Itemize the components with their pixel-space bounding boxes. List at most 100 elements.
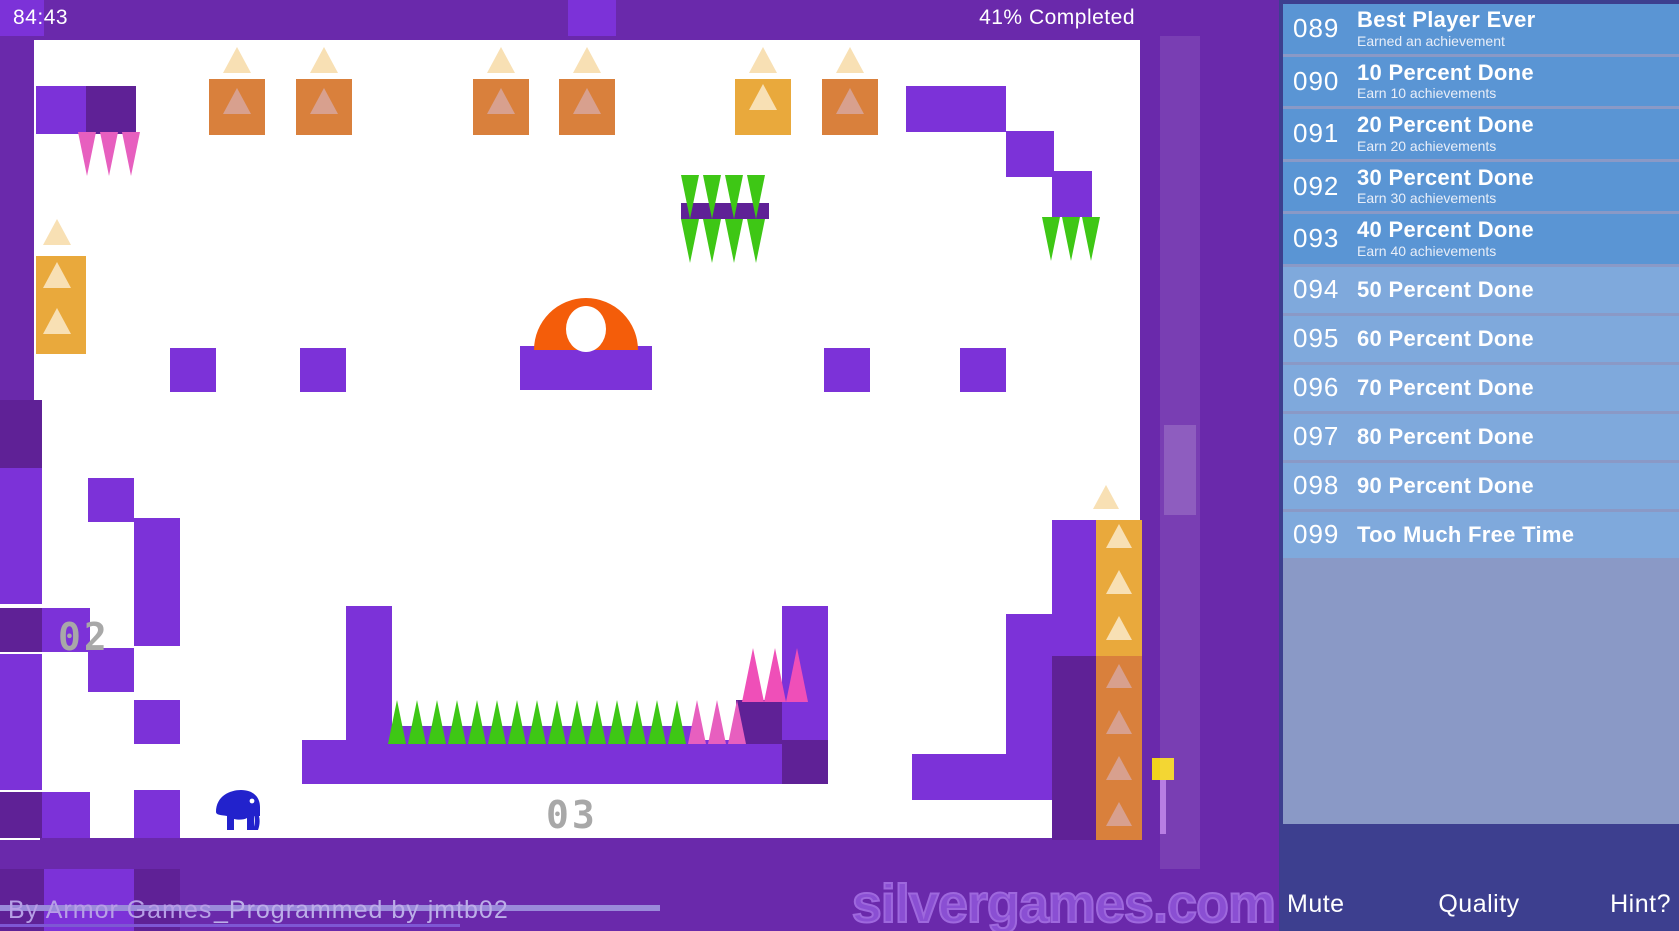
achievement-title: Too Much Free Time (1357, 521, 1575, 547)
hint-button[interactable]: Hint? (1543, 890, 1679, 931)
sand-triangle-icon (1106, 616, 1132, 640)
sand-triangle-icon (749, 84, 777, 110)
achievement-id: 094 (1293, 274, 1340, 305)
achievement-title: 70 Percent Done (1357, 374, 1534, 400)
achievement-id: 090 (1293, 65, 1340, 96)
achievement-row[interactable]: 092 30 Percent Done Earn 30 achievements (1283, 161, 1679, 212)
purple-block (1006, 131, 1054, 177)
panel-button-bar: Mute Quality Hint? (1279, 824, 1679, 931)
achievement-title: 10 Percent Done (1357, 59, 1534, 85)
achievement-title: 90 Percent Done (1357, 472, 1534, 498)
achievement-row[interactable]: 093 40 Percent Done Earn 40 achievements (1283, 214, 1679, 264)
green-spike (668, 700, 686, 744)
purple-block (300, 348, 346, 392)
sand-triangle-icon (487, 47, 515, 73)
achievement-body: 50 Percent Done (1357, 278, 1673, 302)
purple-block (42, 792, 90, 838)
pink-spike (708, 700, 726, 744)
green-spike (588, 700, 606, 744)
game-window: 02 03 84:43 41% Completed By Armor Games… (0, 0, 1679, 931)
achievement-title: 80 Percent Done (1357, 423, 1534, 449)
purple-block (782, 740, 828, 784)
sand-triangle-icon (1106, 710, 1132, 734)
achievement-title: 40 Percent Done (1357, 217, 1534, 243)
elephant-icon (216, 790, 260, 830)
sand-triangle-icon (310, 47, 338, 73)
achievement-id: 091 (1293, 118, 1340, 149)
sand-triangle-icon (43, 308, 71, 334)
achievement-id: 098 (1293, 470, 1340, 501)
purple-block (906, 86, 1006, 132)
cannon-hole (566, 306, 606, 352)
pink-spike (78, 132, 96, 176)
credit-publisher[interactable]: By Armor Games (8, 896, 212, 925)
sand-triangle-icon (43, 262, 71, 288)
sand-triangle-icon (487, 88, 515, 114)
green-spike (747, 175, 765, 219)
white-room-main (34, 40, 1140, 838)
achievement-body: 30 Percent Done Earn 30 achievements (1357, 165, 1673, 208)
achievement-body: 70 Percent Done (1357, 376, 1673, 400)
achievement-id: 089 (1293, 13, 1340, 44)
level-number: 02 (58, 615, 110, 659)
purple-block (134, 700, 180, 744)
purple-block (824, 348, 870, 392)
achievement-body: 60 Percent Done (1357, 327, 1673, 351)
sand-triangle-icon (573, 88, 601, 114)
achievement-description: Earn 10 achievements (1357, 85, 1497, 102)
achievement-id: 093 (1293, 223, 1340, 254)
green-spike (725, 175, 743, 219)
achievement-row[interactable]: 095 60 Percent Done (1283, 315, 1679, 362)
game-canvas[interactable]: 02 03 84:43 41% Completed By Armor Games… (0, 0, 1279, 931)
purple-block (134, 518, 180, 646)
credit-programmer[interactable]: _Programmed by jmtb02 (214, 896, 509, 925)
achievement-description: Earn 20 achievements (1357, 137, 1497, 154)
achievement-row[interactable]: 094 50 Percent Done (1283, 266, 1679, 313)
purple-block (1052, 520, 1096, 656)
achievement-title: 60 Percent Done (1357, 325, 1534, 351)
achievement-title: Best Player Ever (1357, 7, 1536, 32)
purple-block (1006, 660, 1052, 708)
green-spike (508, 700, 526, 744)
game-canvas-scrollbar-thumb[interactable] (1164, 425, 1196, 515)
achievement-row[interactable]: 096 70 Percent Done (1283, 364, 1679, 411)
achievement-row[interactable]: 090 10 Percent Done Earn 10 achievements (1283, 56, 1679, 107)
achievement-id: 099 (1293, 519, 1340, 550)
pink-spike-tall (764, 648, 786, 702)
quality-button[interactable]: Quality (1415, 890, 1543, 931)
purple-block (0, 468, 42, 604)
hud-accent-mid (568, 0, 616, 36)
green-spike (1062, 217, 1080, 261)
purple-platform (302, 740, 828, 784)
achievement-row[interactable]: 091 20 Percent Done Earn 20 achievements (1283, 109, 1679, 159)
sand-triangle-icon (310, 88, 338, 114)
purple-block (86, 86, 136, 134)
site-watermark: silvergames.com (851, 873, 1277, 931)
green-spike (703, 219, 721, 263)
purple-block (1006, 614, 1052, 660)
achievement-row[interactable]: 098 90 Percent Done (1283, 462, 1679, 509)
achievement-row[interactable]: 097 80 Percent Done (1283, 413, 1679, 460)
green-spike (725, 219, 743, 263)
achievement-row[interactable]: 099 Too Much Free Time (1283, 511, 1679, 558)
mute-button[interactable]: Mute (1279, 890, 1415, 931)
purple-block (170, 348, 216, 392)
green-spike (488, 700, 506, 744)
achievement-body: 10 Percent Done Earn 10 achievements (1357, 59, 1673, 103)
achievement-id: 096 (1293, 372, 1340, 403)
green-spike (681, 219, 699, 263)
hud-bottom-bar: By Armor Games _Programmed by jmtb02 sil… (0, 869, 1279, 931)
achievements-list[interactable]: 089 Best Player Ever Earned an achievement… (1283, 4, 1679, 824)
purple-block (88, 478, 134, 522)
achievement-description: Earned an achievement (1357, 32, 1505, 49)
sand-triangle-icon (223, 88, 251, 114)
achievement-description: Earn 40 achievements (1357, 242, 1497, 259)
achievement-row[interactable]: 089 Best Player Ever Earned an achievement (1283, 4, 1679, 54)
achievement-body: 90 Percent Done (1357, 474, 1673, 498)
green-spike (648, 700, 666, 744)
pink-spike (100, 132, 118, 176)
hud-top-bar: 84:43 41% Completed (0, 0, 1279, 36)
achievements-panel: 089 Best Player Ever Earned an achievement… (1279, 0, 1679, 931)
purple-block (346, 606, 392, 740)
sand-triangle-icon (573, 47, 601, 73)
